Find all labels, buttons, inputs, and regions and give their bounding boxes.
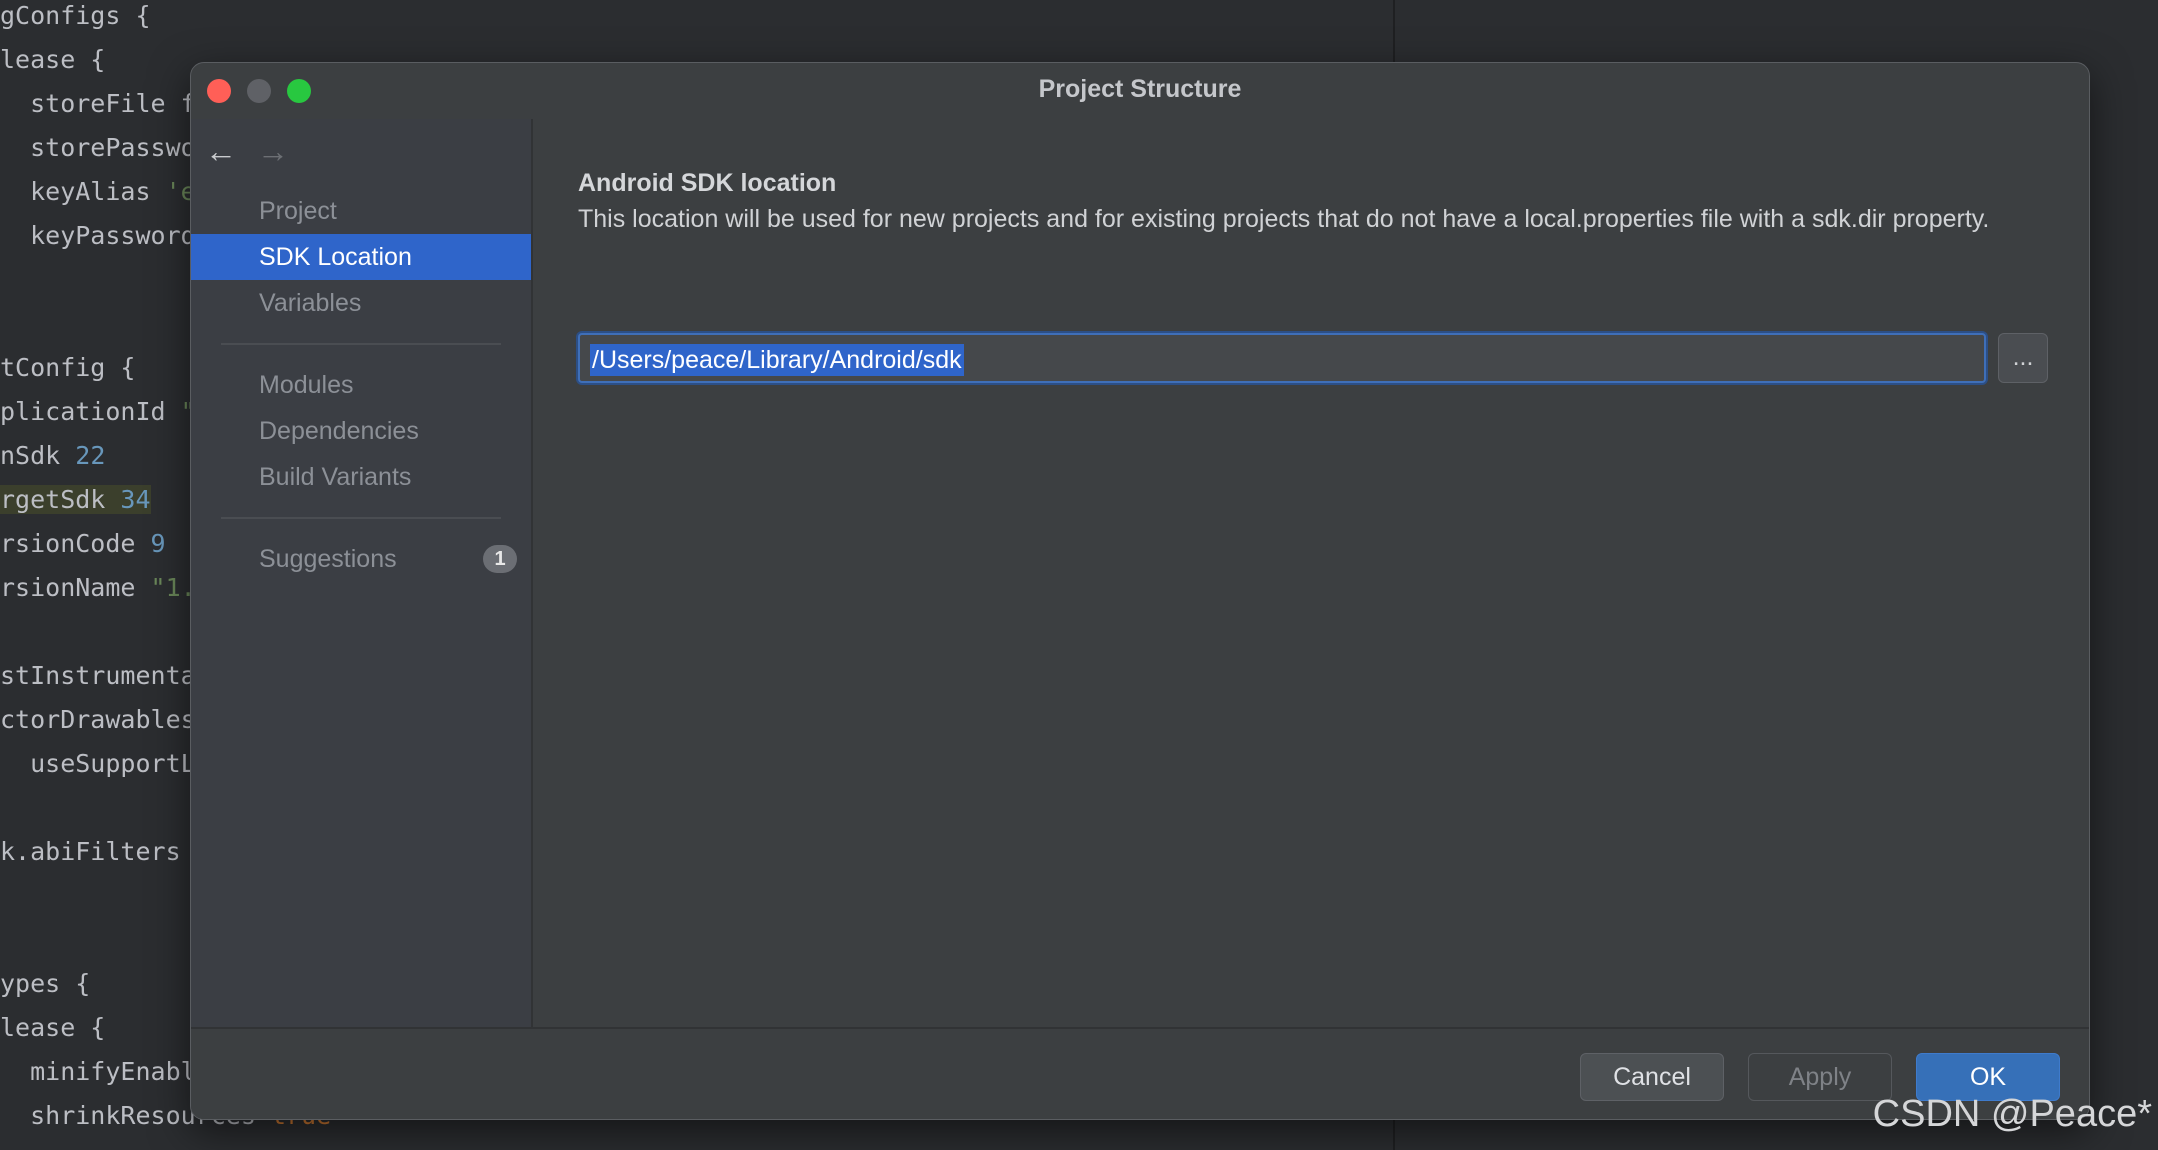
code-token: stInstrumenta [0,661,196,690]
code-line: lease { [0,40,105,80]
sidebar-item-project[interactable]: Project [191,188,531,234]
apply-button[interactable]: Apply [1748,1053,1892,1101]
code-token: gConfigs { [0,1,151,30]
code-line: k.abiFilters [0,832,181,872]
code-line: rsionName "1. [0,568,196,608]
sdk-location-panel: Android SDK location This location will … [533,119,2089,1027]
sidebar-item-suggestions[interactable]: Suggestions 1 [191,536,531,582]
code-token: ctorDrawables [0,705,196,734]
sidebar-item-variables[interactable]: Variables [191,280,531,326]
code-token: lease { [0,45,106,74]
code-token: 22 [75,441,106,470]
code-line: gConfigs { [0,0,151,36]
cancel-button[interactable]: Cancel [1580,1053,1724,1101]
section-description: This location will be used for new proje… [578,205,1990,233]
code-token: ypes { [0,969,91,998]
sdk-path-input[interactable]: /Users/peace/Library/Android/sdk [578,333,1986,383]
sidebar-item-build-variants[interactable]: Build Variants [191,454,531,500]
dialog-titlebar: Project Structure [191,63,2089,119]
code-token: keyAlias [0,177,166,206]
code-line: lease { [0,1008,105,1048]
code-token: minifyEnabl [0,1057,196,1086]
code-token: tConfig { [0,353,136,382]
code-line: stInstrumenta [0,656,196,696]
code-line: tConfig { [0,348,135,388]
code-token: storePasswo [0,133,196,162]
code-token: rsionName [0,573,151,602]
code-line: minifyEnabl [0,1052,196,1092]
code-token: rgetSdk [0,485,121,514]
code-line: useSupportL [0,744,196,784]
sidebar-item-label: Suggestions [259,545,397,573]
suggestions-count-badge: 1 [483,545,517,573]
code-line: keyAlias 'e [0,172,196,212]
sidebar-divider [221,517,501,519]
code-token: rsionCode [0,529,151,558]
code-line: rsionCode 9 [0,524,166,564]
dialog-title: Project Structure [1038,75,1242,103]
code-token: storeFile f [0,89,196,118]
sidebar-divider [221,343,501,345]
sidebar-item-modules[interactable]: Modules [191,362,531,408]
code-token: lease { [0,1013,106,1042]
code-token: keyPassword [0,221,196,250]
code-token: 9 [150,529,166,558]
code-line: plicationId " [0,392,196,432]
code-line: keyPassword [0,216,196,256]
code-token: plicationId [0,397,181,426]
watermark: CSDN @Peace* [1872,1093,2152,1135]
code-token: nSdk [0,441,76,470]
code-line: ctorDrawables [0,700,196,740]
sidebar: ← → Project SDK Location Variables Modul… [191,119,533,1027]
dialog-footer: Cancel Apply OK [191,1027,2089,1119]
code-line: storeFile f [0,84,196,124]
sdk-path-selected-text: /Users/peace/Library/Android/sdk [590,344,964,376]
code-token: "1. [150,573,196,602]
code-token: k.abiFilters [0,837,181,866]
code-line: rgetSdk 34 [0,480,151,520]
sidebar-item-dependencies[interactable]: Dependencies [191,408,531,454]
forward-arrow-icon[interactable]: → [257,135,289,167]
section-title: Android SDK location [578,169,837,197]
browse-button[interactable]: ... [1998,333,2048,383]
back-arrow-icon[interactable]: ← [205,135,237,167]
code-line: nSdk 22 [0,436,105,476]
code-token: 34 [120,485,151,514]
sidebar-item-sdk-location[interactable]: SDK Location [191,234,531,280]
code-line: storePasswo [0,128,196,168]
project-structure-dialog: Project Structure ← → Project SDK Locati… [190,62,2090,1120]
code-line: ypes { [0,964,90,1004]
code-token: useSupportL [0,749,196,778]
